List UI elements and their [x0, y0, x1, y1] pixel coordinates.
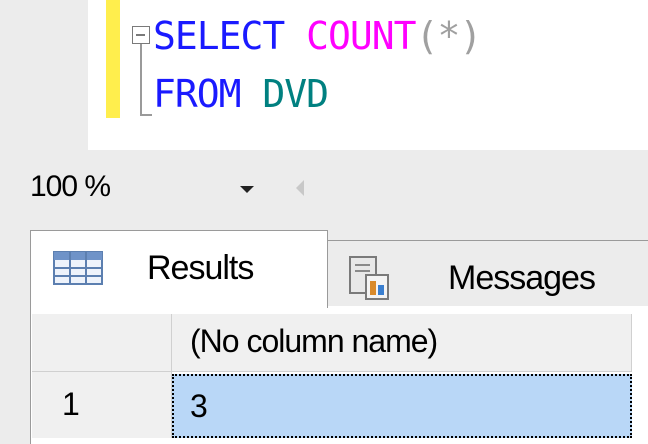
collapse-toggle-icon[interactable] [132, 26, 150, 44]
table-identifier: DVD [262, 72, 329, 116]
star: * [437, 14, 460, 58]
keyword-from: FROM [153, 72, 242, 116]
tab-results[interactable]: Results [30, 230, 328, 308]
scroll-left-arrow-icon[interactable] [296, 180, 304, 196]
tab-results-label: Results [147, 249, 254, 287]
sql-editor[interactable]: SELECT COUNT(*) FROM DVD [0, 0, 648, 150]
paren-close: ) [459, 14, 482, 58]
code-line-2[interactable]: FROM DVD [153, 72, 329, 116]
result-cell[interactable]: 3 [172, 374, 632, 438]
outline-line [140, 44, 142, 116]
row-header[interactable]: 1 [32, 372, 172, 438]
grid-corner-header[interactable] [32, 314, 172, 372]
change-marker [106, 0, 120, 118]
tab-messages[interactable]: Messages [328, 240, 648, 312]
function-count: COUNT [306, 14, 416, 58]
outline-end [140, 114, 152, 116]
column-header[interactable]: (No column name) [172, 314, 632, 372]
editor-margin [0, 0, 88, 150]
zoom-level[interactable]: 100 % [30, 170, 111, 204]
paren-open: ( [415, 14, 439, 58]
messages-icon [349, 256, 389, 300]
code-line-1[interactable]: SELECT COUNT(*) [153, 14, 482, 58]
zoom-dropdown-chevron-down-icon[interactable] [240, 186, 254, 193]
tab-messages-label: Messages [448, 259, 596, 297]
grid-icon [53, 251, 103, 285]
keyword-select: SELECT [153, 14, 285, 58]
